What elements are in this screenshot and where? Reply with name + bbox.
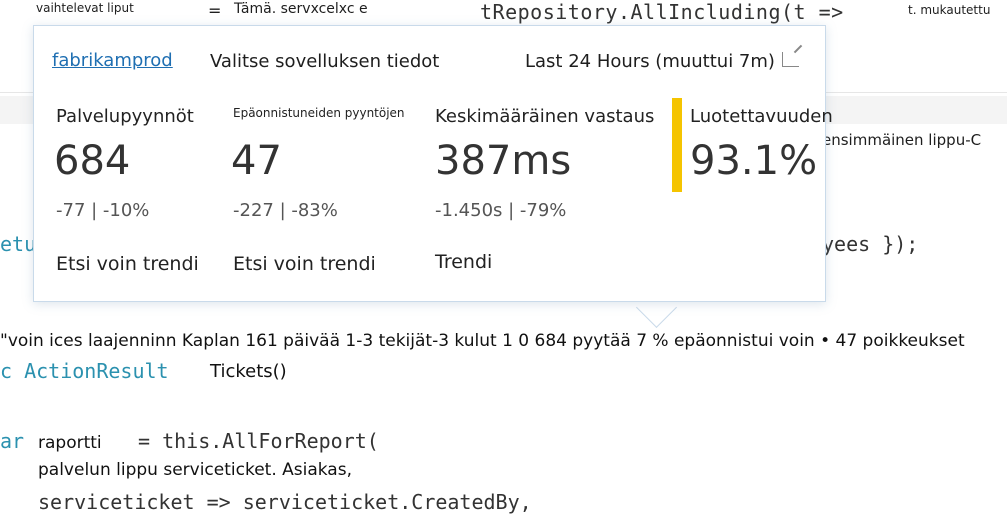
metric-value-requests: 684 [54, 138, 131, 184]
code-var-assignment: = this.AllForReport( [138, 429, 379, 453]
code-method-name: Tickets() [210, 361, 287, 382]
metric-title-response: Keskimääräinen vastaus [435, 106, 655, 127]
metric-value-failed: 47 [231, 138, 282, 184]
code-var-keyword: ar [0, 429, 25, 453]
trend-link-requests[interactable]: Etsi voin trendi [56, 253, 199, 275]
code-label-custom: t. mukautettu [908, 3, 991, 17]
metric-delta-requests: -77 | -10% [56, 200, 150, 221]
reliability-status-bar [672, 98, 682, 192]
metric-title-failed: Epäonnistuneiden pyyntöjen [233, 106, 405, 120]
app-insights-popup: fabrikamprod Valitse sovelluksen tiedot … [33, 25, 833, 302]
code-eq-top: = [208, 1, 222, 20]
metric-title-requests: Palvelupyynnöt [56, 106, 194, 127]
time-range-label[interactable]: Last 24 Hours (muuttui 7m) [525, 51, 775, 72]
code-repository-line: tRepository.AllIncluding(t => [480, 0, 844, 24]
code-createdby-line: serviceticket => serviceticket.CreatedBy… [38, 490, 532, 514]
trend-link-failed[interactable]: Etsi voin trendi [233, 253, 376, 275]
open-external-icon[interactable] [782, 52, 799, 67]
code-label-first-ticket: ensimmäinen lippu-C [822, 131, 982, 149]
code-fragment-right: yees }); [822, 232, 919, 256]
popup-title: Valitse sovelluksen tiedot [210, 51, 440, 72]
metric-delta-failed: -227 | -83% [233, 200, 338, 221]
code-action-result: c ActionResult [0, 359, 169, 383]
codelens-summary[interactable]: "voin ices laajenninn Kaplan 161 päivää … [0, 331, 965, 351]
code-fragment-left: etu [0, 232, 37, 256]
code-label-flags: vaihtelevat liput [36, 1, 134, 15]
code-var-name: raportti [38, 433, 102, 453]
metric-delta-response: -1.450s | -79% [435, 200, 567, 221]
metric-value-reliability: 93.1% [690, 138, 818, 184]
metric-value-response: 387ms [435, 138, 572, 184]
metric-title-reliability: Luotettavuuden [690, 106, 833, 127]
code-label-this: Tämä. servxcelxc e [234, 1, 368, 17]
app-link[interactable]: fabrikamprod [52, 50, 173, 71]
trend-link-response[interactable]: Trendi [435, 251, 492, 273]
code-service-line: palvelun lippu serviceticket. Asiakas, [38, 460, 352, 480]
